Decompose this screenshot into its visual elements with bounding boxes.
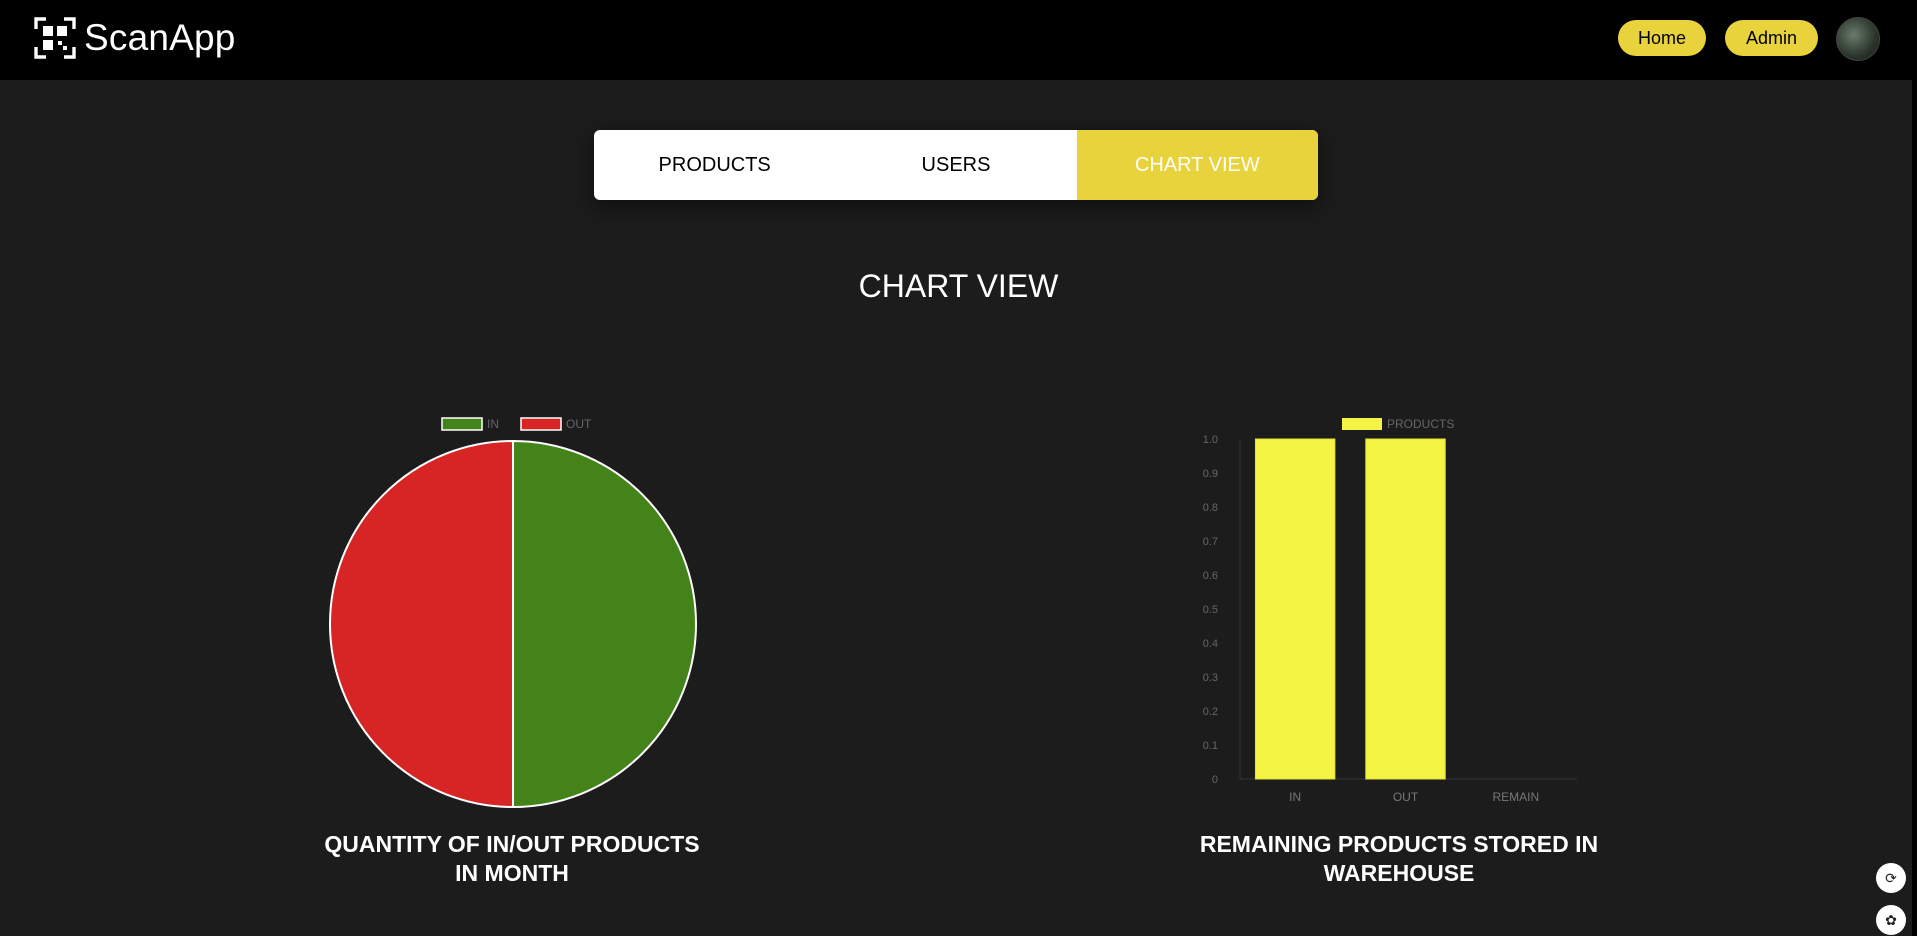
top-navbar: ScanApp Home Admin [0,0,1917,80]
tab-products[interactable]: PRODUCTS [594,130,835,200]
y-tick-label: 0.8 [1203,502,1218,514]
tab-users[interactable]: USERS [835,130,1076,200]
y-tick-label: 0.7 [1203,536,1218,548]
app-name: ScanApp [84,17,236,58]
x-tick-label: REMAIN [1492,790,1539,804]
y-tick-label: 0.3 [1203,672,1218,684]
pie-caption: QUANTITY OF IN/OUT PRODUCTS IN MONTH [324,831,700,886]
y-tick-label: 0.2 [1203,706,1218,718]
y-tick-label: 1.0 [1203,434,1218,446]
scan-icon [34,17,76,59]
bar-chart: PRODUCTS 0 0.1 0.2 0.3 0.4 0.5 0.6 0.7 0.8 0.9 1.0 I… [1203,417,1577,804]
y-tick-label: 0.9 [1203,468,1218,480]
x-tick-label: OUT [1393,790,1419,804]
app-logo[interactable]: ScanApp [34,17,236,59]
translate-icon[interactable]: ⟳ [1876,863,1906,893]
tab-bar: PRODUCTS USERS CHART VIEW [594,130,1318,200]
pie-slice-out [329,439,514,809]
home-button[interactable]: Home [1618,20,1706,56]
legend-label: PRODUCTS [1387,417,1454,431]
tab-chart-view[interactable]: CHART VIEW [1076,130,1318,200]
legend-label: OUT [566,417,592,431]
legend-label: IN [487,417,499,431]
legend-swatch [520,417,562,431]
y-tick-label: 0.1 [1203,740,1218,752]
y-tick-label: 0.6 [1203,570,1218,582]
x-tick-label: IN [1289,790,1301,804]
bar-caption: REMAINING PRODUCTS STORED IN WAREHOUSE [1199,831,1599,886]
pie-chart: IN OUT [329,417,697,809]
avatar[interactable] [1836,17,1880,61]
bar-out [1365,438,1446,780]
pie-slice-in [512,439,697,809]
assistant-icon[interactable]: ✿ [1876,905,1906,935]
y-tick-label: 0 [1212,774,1218,786]
y-tick-label: 0.5 [1203,604,1218,616]
y-tick-label: 0.4 [1203,638,1218,650]
legend-swatch [1342,418,1382,430]
page-title: CHART VIEW [858,268,1059,304]
bar-in [1254,438,1336,780]
admin-button[interactable]: Admin [1725,20,1818,56]
scrollbar[interactable] [1912,80,1917,936]
legend-swatch [441,417,483,431]
